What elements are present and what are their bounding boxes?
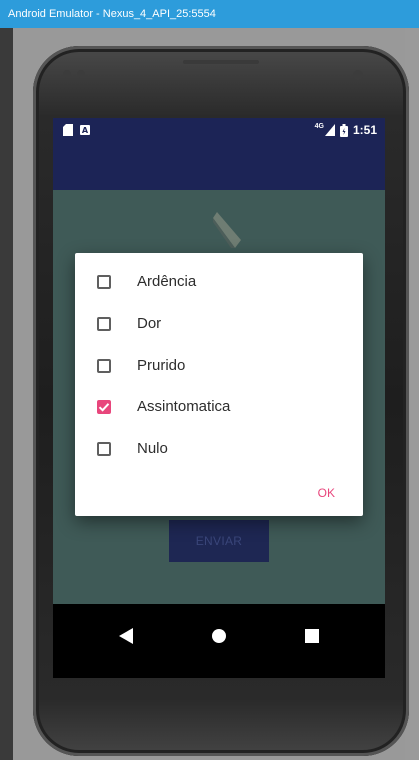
clock: 1:51 — [352, 123, 377, 137]
checkbox[interactable] — [97, 274, 111, 289]
back-icon[interactable] — [119, 628, 133, 644]
checkmark-icon — [98, 402, 110, 412]
option-nulo[interactable]: Nulo — [75, 428, 363, 469]
battery-icon — [339, 123, 348, 137]
notification-a-icon: A — [80, 125, 90, 135]
app-bar — [53, 142, 385, 190]
option-label: Nulo — [137, 440, 168, 457]
navigation-bar — [53, 604, 385, 678]
option-label: Dor — [137, 315, 162, 332]
camera-icon — [353, 70, 363, 80]
option-assintomatica[interactable]: Assintomatica — [75, 386, 363, 427]
signal-icon — [324, 124, 335, 136]
status-right-group: 4G 1:51 — [315, 118, 377, 142]
checkbox[interactable] — [97, 316, 111, 331]
network-type: 4G — [314, 122, 324, 130]
ok-button[interactable]: OK — [318, 486, 335, 500]
sd-card-icon — [63, 124, 73, 136]
sensor-icon — [77, 70, 85, 78]
status-bar: A 4G 1:51 — [53, 118, 385, 142]
svg-text:A: A — [82, 126, 89, 135]
checkbox-checked[interactable] — [97, 399, 111, 414]
option-ardencia[interactable]: Ardência — [75, 261, 363, 302]
emulator-left-strip — [0, 28, 13, 760]
option-prurido[interactable]: Prurido — [75, 345, 363, 386]
submit-button[interactable]: ENVIAR — [169, 520, 269, 562]
window-title: Android Emulator - Nexus_4_API_25:5554 — [0, 0, 419, 28]
sensor-icon — [63, 70, 71, 78]
option-label: Ardência — [137, 273, 197, 290]
option-label: Assintomatica — [137, 398, 231, 415]
option-label: Prurido — [137, 357, 186, 374]
app-logo-icon — [213, 212, 241, 248]
multi-choice-dialog: Ardência Dor Prurido Assintomatica Nulo … — [75, 253, 363, 516]
option-dor[interactable]: Dor — [75, 303, 363, 344]
earpiece-speaker — [183, 60, 259, 64]
checkbox[interactable] — [97, 441, 111, 456]
home-icon[interactable] — [211, 628, 227, 644]
checkbox[interactable] — [97, 358, 111, 373]
recents-icon[interactable] — [305, 629, 319, 643]
